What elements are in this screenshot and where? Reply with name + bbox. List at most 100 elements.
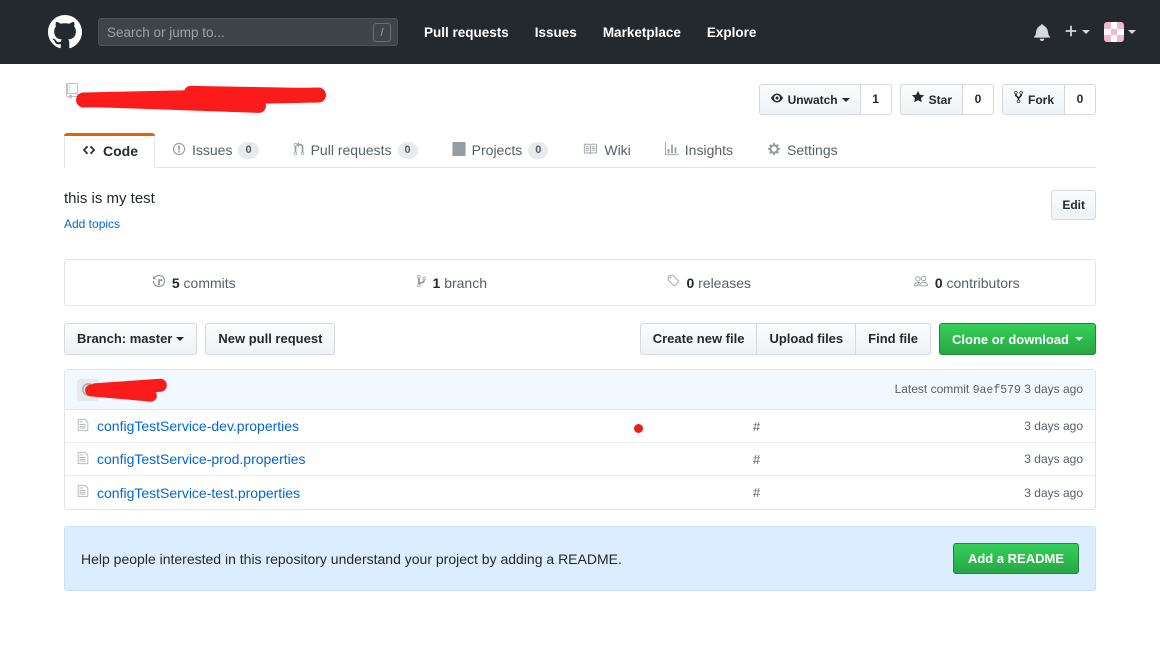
redaction-mark [85,92,267,114]
repo-title-redacted[interactable] [64,82,327,114]
user-menu[interactable] [1104,22,1136,42]
star-button[interactable]: Star [899,84,962,115]
people-icon [913,274,929,291]
git-pull-request-icon [293,141,305,159]
global-nav: Pull requests Issues Marketplace Explore [424,25,782,40]
file-commit-age: 3 days ago [1024,452,1083,466]
github-mark-icon[interactable] [48,15,82,49]
redaction-mark [75,87,327,108]
unwatch-button[interactable]: Unwatch [758,84,860,115]
add-topics-link[interactable]: Add topics [64,217,155,231]
tab-wiki[interactable]: Wiki [565,132,647,167]
global-header: Search or jump to... / Pull requests Iss… [0,0,1160,64]
gear-icon [767,142,781,159]
repo-icon [64,82,80,99]
project-icon [452,141,466,159]
nav-marketplace[interactable]: Marketplace [603,25,681,40]
latest-commit-row: Latest commit 9aef579 3 days ago [65,370,1095,410]
tab-pull-requests[interactable]: Pull requests 0 [276,132,435,167]
search-input[interactable]: Search or jump to... / [98,18,398,46]
nav-explore[interactable]: Explore [707,25,757,40]
eye-icon [770,91,784,109]
tab-issues-label: Issues [192,142,233,158]
bell-icon[interactable] [1034,23,1050,41]
tab-insights[interactable]: Insights [648,132,750,167]
repo-file-toolbar: Branch: master New pull request Create n… [64,323,1096,355]
star-count[interactable]: 0 [961,84,994,115]
code-icon [81,143,97,160]
edit-description-button[interactable]: Edit [1051,190,1096,220]
redaction-mark [88,377,168,397]
stat-contributors-label: contributors [946,274,1020,291]
create-new-menu[interactable] [1064,24,1090,41]
readme-prompt-text: Help people interested in this repositor… [81,550,622,567]
stat-releases[interactable]: 0 releases [580,260,838,305]
tab-wiki-label: Wiki [604,142,631,158]
stat-releases-count: 0 [686,274,695,291]
file-commit-message[interactable]: # [753,419,953,434]
file-icon [77,451,89,468]
repo-action-buttons: Unwatch 1 Star 0 Fork 0 [758,82,1096,115]
cursor-dot [634,424,643,433]
file-name-link[interactable]: configTestService-test.properties [97,485,300,501]
page-body: Unwatch 1 Star 0 Fork 0 Code Issues 0 Pu… [0,64,1160,645]
watch-count[interactable]: 1 [859,84,892,115]
file-icon [77,484,89,501]
branch-icon [416,274,427,291]
table-row[interactable]: configTestService-prod.properties # 3 da… [65,443,1095,476]
find-file-button[interactable]: Find file [855,323,931,355]
tag-icon [666,274,680,291]
tab-projects-count: 0 [528,141,549,159]
repo-description-block: this is my test Add topics [64,190,155,231]
stat-branches-label: branch [444,274,487,291]
upload-files-button[interactable]: Upload files [756,323,856,355]
table-row[interactable]: configTestService-dev.properties # 3 day… [65,410,1095,443]
file-name-link[interactable]: configTestService-dev.properties [97,418,299,434]
tab-insights-label: Insights [684,142,734,158]
nav-issues[interactable]: Issues [535,25,577,40]
stat-branches[interactable]: 1 branch [323,260,581,305]
commit-author-avatar [77,378,99,401]
commit-author-redacted[interactable] [77,377,168,402]
clone-or-download-button[interactable]: Clone or download [939,323,1096,355]
star-button-group: Star 0 [899,84,994,115]
branch-selector-button[interactable]: Branch: master [64,323,198,355]
file-commit-message[interactable]: # [753,452,953,467]
fork-button-group: Fork 0 [1001,84,1096,115]
tab-settings[interactable]: Settings [750,132,855,167]
add-readme-button[interactable]: Add a README [952,543,1079,574]
fork-count[interactable]: 0 [1064,84,1096,115]
search-placeholder: Search or jump to... [107,24,225,40]
tab-projects[interactable]: Projects 0 [435,132,566,167]
create-new-file-button[interactable]: Create new file [639,323,757,355]
file-name-link[interactable]: configTestService-prod.properties [97,451,306,467]
tab-pull-requests-label: Pull requests [310,142,392,158]
tab-settings-label: Settings [787,142,838,158]
stat-contributors-count: 0 [934,274,943,291]
header-actions [1034,22,1136,42]
file-commit-message[interactable]: # [753,485,953,500]
graph-icon [664,141,679,159]
stat-contributors[interactable]: 0 contributors [838,260,1096,305]
star-icon [911,90,925,109]
redaction-mark [183,85,325,102]
tab-projects-label: Projects [471,142,523,158]
fork-button[interactable]: Fork [1001,84,1064,115]
latest-commit-meta: Latest commit 9aef579 3 days ago [895,382,1083,397]
new-pull-request-button[interactable]: New pull request [205,323,336,355]
repo-description-row: this is my test Add topics Edit [64,168,1096,237]
tab-issues[interactable]: Issues 0 [155,132,276,167]
watch-button-group: Unwatch 1 [758,84,892,115]
tab-code[interactable]: Code [64,133,155,168]
latest-commit-sha[interactable]: 9aef579 [973,384,1021,397]
star-label: Star [928,92,952,107]
tab-pull-requests-count: 0 [397,141,418,159]
table-row[interactable]: configTestService-test.properties # 3 da… [65,476,1095,509]
tab-code-label: Code [103,143,138,159]
nav-pull-requests[interactable]: Pull requests [424,25,509,40]
stat-commits-label: commits [183,274,236,291]
chevron-down-icon [841,97,850,102]
stat-commits[interactable]: 5 commits [65,260,323,305]
issue-opened-icon [172,142,186,159]
branch-selector-label: Branch: master [77,331,173,346]
